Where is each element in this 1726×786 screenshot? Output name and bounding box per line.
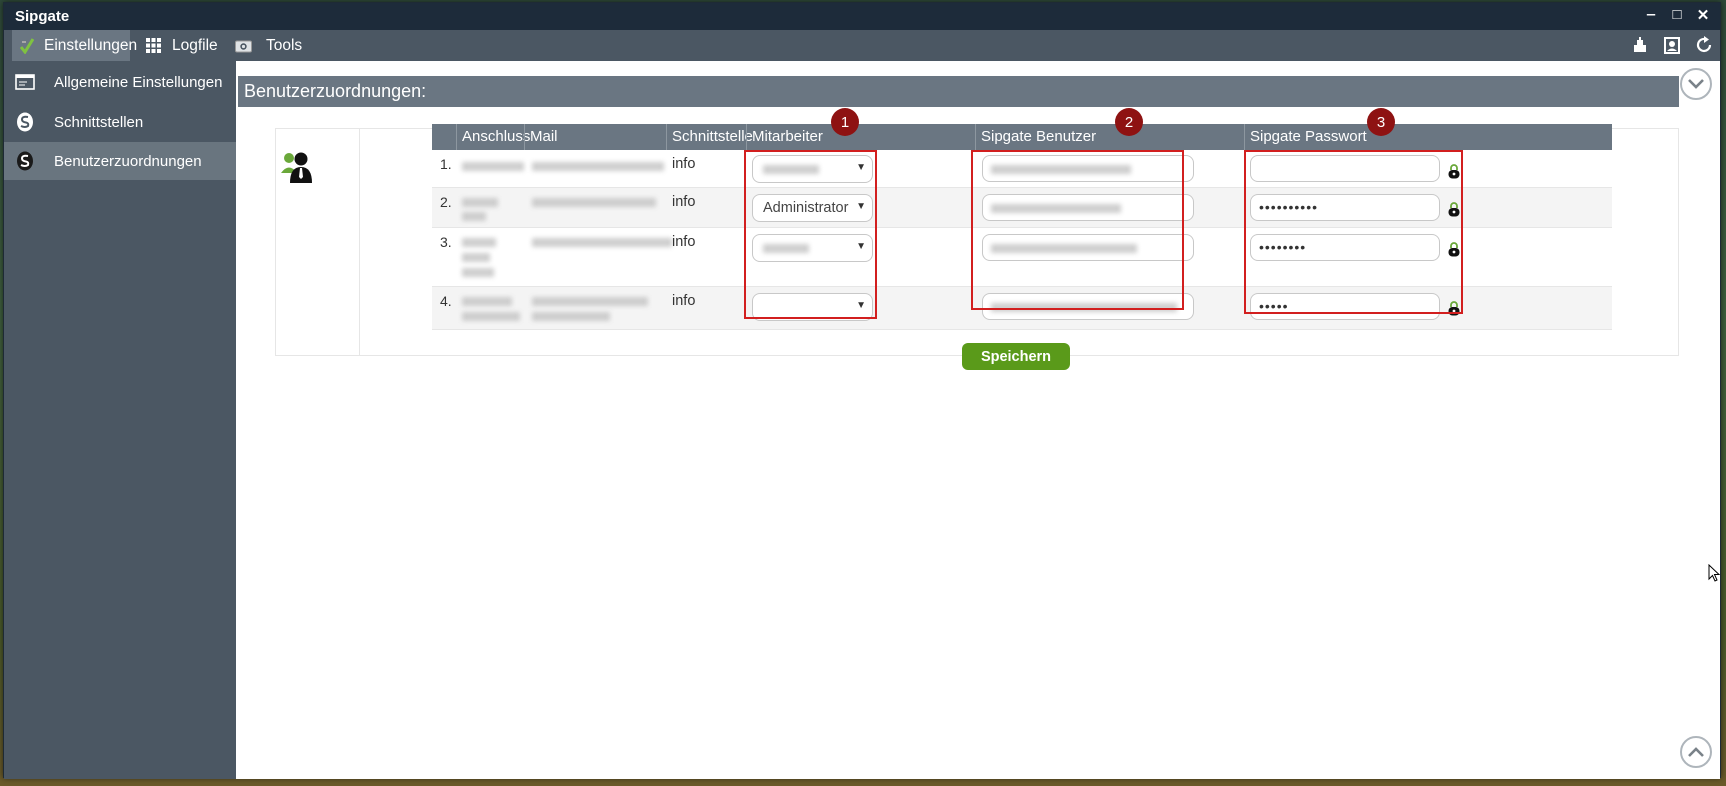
row-number: 1. xyxy=(440,156,452,172)
row-number: 2. xyxy=(440,194,452,210)
menubar-right-icons xyxy=(1630,35,1714,55)
redacted-anschluss xyxy=(462,198,498,207)
sidebar: Allgemeine Einstellungen Schnittstellen … xyxy=(4,61,236,779)
sipgate-s-icon xyxy=(14,150,36,172)
redacted-anschluss xyxy=(462,212,486,221)
annotation-badge-2: 2 xyxy=(1115,108,1143,136)
menu-item-label: Logfile xyxy=(172,36,218,54)
header-sipgate-benutzer: Sipgate Benutzer xyxy=(975,124,1244,150)
redacted-mail xyxy=(532,312,610,321)
header-mail: Mail xyxy=(524,124,666,150)
minimize-button[interactable]: ‒ xyxy=(1644,6,1658,24)
page-title: Benutzerzuordnungen: xyxy=(238,76,1679,107)
row-schnittstelle: info xyxy=(672,194,696,210)
redacted-mail xyxy=(532,238,672,247)
redacted-mail xyxy=(532,162,664,171)
menu-bar: Einstellungen Logfile Tools xyxy=(4,30,1720,61)
chevron-up-icon xyxy=(1688,747,1704,757)
collapse-button[interactable] xyxy=(1680,68,1712,100)
menu-item-tools[interactable]: Tools xyxy=(234,30,302,61)
redacted-anschluss xyxy=(462,238,496,247)
window-icon xyxy=(14,71,36,93)
redacted-mail xyxy=(532,198,656,207)
annotation-box-benutzer xyxy=(971,150,1184,310)
checkmark-icon xyxy=(20,37,34,55)
grid-icon xyxy=(144,37,162,55)
redacted-anschluss xyxy=(462,162,524,171)
row-schnittstelle: info xyxy=(672,234,696,250)
sidebar-item-label: Schnittstellen xyxy=(54,113,144,131)
refresh-icon[interactable] xyxy=(1694,35,1714,55)
sidebar-item-benutzerzuordnungen[interactable]: Benutzerzuordnungen xyxy=(4,142,236,180)
scroll-top-button[interactable] xyxy=(1680,736,1712,768)
annotation-badge-1: 1 xyxy=(831,108,859,136)
row-number: 4. xyxy=(440,293,452,309)
table-header: Anschluss Mail Schnittstelle Mitarbeiter… xyxy=(432,124,1612,150)
menu-item-einstellungen[interactable]: Einstellungen xyxy=(12,30,137,61)
main-content: Benutzerzuordnungen: Anschluss Mail Schn… xyxy=(236,61,1720,779)
contact-icon[interactable] xyxy=(1662,35,1682,55)
row-schnittstelle: info xyxy=(672,156,696,172)
header-anschluss: Anschluss xyxy=(456,124,530,150)
annotation-box-passwort xyxy=(1244,150,1463,314)
sidebar-item-allgemeine-einstellungen[interactable]: Allgemeine Einstellungen xyxy=(4,63,236,101)
menu-item-label: Tools xyxy=(266,36,303,54)
header-number xyxy=(432,124,456,150)
header-mitarbeiter: Mitarbeiter xyxy=(746,124,975,150)
redacted-anschluss xyxy=(462,268,494,277)
sidebar-item-label: Benutzerzuordnungen xyxy=(54,152,202,170)
users-icon xyxy=(281,152,312,183)
chevron-down-icon xyxy=(1688,79,1704,89)
panel-divider xyxy=(359,129,360,355)
sidebar-item-label: Allgemeine Einstellungen xyxy=(54,73,223,91)
header-sipgate-passwort: Sipgate Passwort xyxy=(1244,124,1612,150)
redacted-anschluss xyxy=(462,297,512,306)
title-bar: Sipgate ‒ □ ✕ xyxy=(4,3,1720,30)
sidebar-item-schnittstellen[interactable]: Schnittstellen xyxy=(4,103,236,141)
menu-item-label: Einstellungen xyxy=(44,36,138,54)
mouse-cursor-icon xyxy=(1708,564,1720,582)
app-window: Sipgate ‒ □ ✕ Einstellungen Logfile Tool… xyxy=(3,2,1721,779)
menu-item-logfile[interactable]: Logfile xyxy=(144,30,218,61)
camera-icon xyxy=(234,37,252,55)
close-button[interactable]: ✕ xyxy=(1696,6,1710,24)
annotation-box-mitarbeiter xyxy=(744,150,877,319)
plugin-icon[interactable] xyxy=(1630,35,1650,55)
header-schnittstelle: Schnittstelle xyxy=(666,124,753,150)
redacted-anschluss xyxy=(462,253,490,262)
redacted-anschluss xyxy=(462,312,520,321)
row-number: 3. xyxy=(440,234,452,250)
window-title: Sipgate xyxy=(15,8,70,25)
maximize-button[interactable]: □ xyxy=(1670,6,1684,24)
save-button[interactable]: Speichern xyxy=(962,343,1070,370)
row-schnittstelle: info xyxy=(672,293,696,309)
window-controls: ‒ □ ✕ xyxy=(1644,6,1710,24)
annotation-badge-3: 3 xyxy=(1367,108,1395,136)
redacted-mail xyxy=(532,297,648,306)
sipgate-s-icon xyxy=(14,111,36,133)
